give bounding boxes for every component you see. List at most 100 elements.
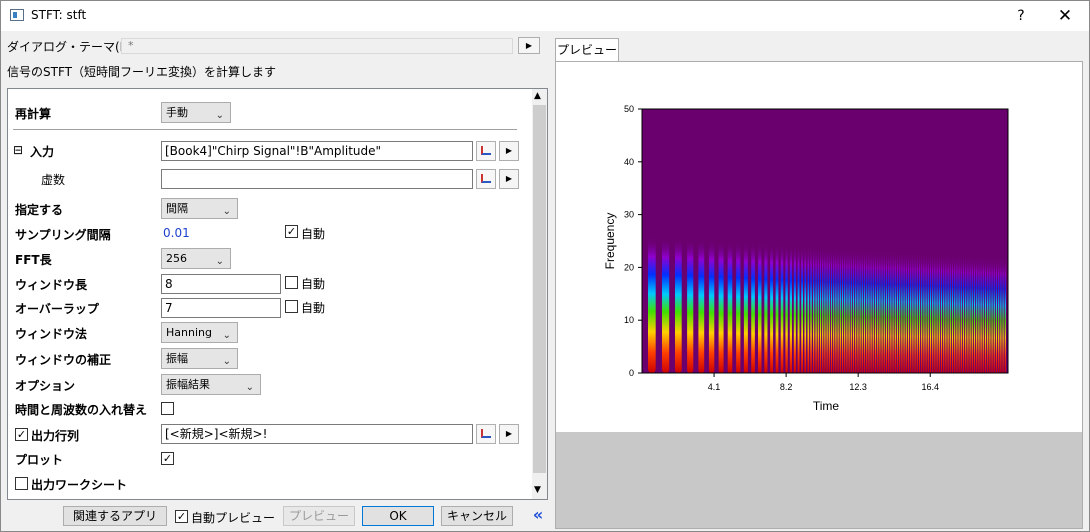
window-len-field[interactable]: 8 [161,274,281,294]
chevron-down-icon: ⌄ [222,330,231,341]
imag-field[interactable] [161,169,473,189]
theme-arrow-button[interactable]: ▶ [518,37,540,54]
heatmap-band [910,251,912,373]
out-matrix-field[interactable]: [<新規>]<新規>! [161,424,473,444]
heatmap-band [892,250,894,373]
window-corr-select[interactable]: 振幅 ⌄ [161,348,238,369]
collapse-button[interactable]: « [528,506,548,526]
out-matrix-arrow-button[interactable]: ▶ [499,424,519,444]
specify-select[interactable]: 間隔 ⌄ [161,198,238,219]
related-apps-button[interactable]: 関連するアプリ [63,506,167,526]
heatmap-band [934,252,936,373]
column-picker-icon[interactable] [476,169,496,189]
heatmap-band [879,249,881,373]
input-field[interactable]: [Book4]"Chirp Signal"!B"Amplitude" [161,141,473,161]
heatmap-band [912,251,914,373]
heatmap-band [835,246,837,373]
x-tick-label: 8.2 [780,382,793,392]
heatmap-band [947,253,949,373]
heatmap-band [675,237,682,373]
heatmap-band [929,252,932,373]
heatmap-band [824,246,826,373]
sampling-auto-checkbox[interactable]: ✓ [285,225,298,238]
overlap-auto-checkbox[interactable] [285,300,298,313]
out-matrix-label: 出力行列 [31,429,80,443]
option-select[interactable]: 振幅結果 ⌄ [161,374,261,395]
heatmap-band [883,249,885,373]
window-title: STFT: stft [31,8,87,22]
heatmap-band [951,253,954,373]
heatmap-band [969,254,971,373]
specify-label: 指定する [15,203,64,217]
window-method-select[interactable]: Hanning ⌄ [161,322,238,343]
help-button[interactable]: ? [1003,5,1039,27]
heatmap-band [817,245,819,373]
heatmap-band [852,247,855,373]
theme-field[interactable]: * [121,38,513,54]
heatmap-band [921,251,923,373]
tab-preview[interactable]: プレビュー [555,38,619,62]
heatmap-band [648,236,656,373]
heatmap-band [813,245,815,373]
out-matrix-checkbox[interactable]: ✓ [15,428,28,441]
heatmap-band [903,250,905,373]
y-axis-label: Frequency [603,213,617,270]
y-tick-label: 0 [629,368,634,378]
heatmap-band [1004,256,1006,373]
close-button[interactable]: ✕ [1047,5,1083,27]
scroll-up-icon[interactable]: ▲ [534,91,541,101]
column-picker-icon[interactable] [476,141,496,161]
heatmap-band [993,256,995,373]
input-arrow-button[interactable]: ▶ [499,141,519,161]
heatmap-band [850,247,852,373]
heatmap-band [1000,256,1002,373]
heatmap-band [736,241,741,373]
sampling-auto-label: 自動 [301,227,326,241]
overlap-field[interactable]: 7 [161,298,281,318]
chevron-down-icon: ⌄ [245,382,254,393]
preview-area: 0 10 20 30 40 50 4.1 8.2 12.3 16.4 Time Frequenc… [555,61,1083,529]
fft-select[interactable]: 256 ⌄ [161,248,231,269]
description: 信号のSTFT（短時間フーリエ変換）を計算します [7,65,276,79]
heatmap-band [936,252,938,373]
dialog-window: STFT: stft ? ✕ ダイアログ・テーマ(H) * ▶ 信号のSTFT（… [0,0,1090,532]
plot-checkbox[interactable]: ✓ [161,452,174,465]
heatmap-band [841,247,844,373]
overlap-auto-label: 自動 [301,301,326,315]
heatmap-band [888,249,890,373]
scroll-down-icon[interactable]: ▼ [534,485,541,495]
heatmap-band [855,248,857,373]
heatmap-band [980,255,982,373]
preview-button[interactable]: プレビュー [283,506,355,526]
heatmap-band [708,239,715,373]
heatmap-band [965,254,967,373]
heatmap-band [962,254,965,373]
heatmap-band [807,245,810,373]
swap-checkbox[interactable] [161,402,174,415]
heatmap-band [819,246,822,373]
cancel-button[interactable]: キャンセル [441,506,513,526]
y-tick-label: 20 [624,262,634,272]
y-tick-label: 10 [624,315,634,325]
collapse-icon[interactable]: ⊟ [13,143,23,157]
x-axis-label: Time [813,399,840,413]
imag-label: 虚数 [41,173,66,187]
auto-preview-checkbox[interactable]: ✓ [175,510,188,523]
title-bar: STFT: stft ? ✕ [1,1,1089,31]
spectrogram-chart: 0 10 20 30 40 50 4.1 8.2 12.3 16.4 Time Frequenc… [603,104,1009,413]
heatmap-band [995,256,998,373]
auto-preview-label: 自動プレビュー [191,511,276,525]
out-sheet-checkbox[interactable] [15,477,28,490]
ok-button[interactable]: OK [362,506,434,526]
window-len-auto-checkbox[interactable] [285,276,298,289]
heatmap-band [901,250,903,373]
scroll-thumb[interactable] [533,105,546,473]
recalc-select[interactable]: 手動 ⌄ [161,102,231,123]
heatmap-band [885,249,888,373]
heatmap-band [987,255,989,373]
input-label: 入力 [30,145,55,159]
heatmap-band [718,240,724,373]
x-tick-label: 4.1 [708,382,721,392]
column-picker-icon[interactable] [476,424,496,444]
imag-arrow-button[interactable]: ▶ [499,169,519,189]
